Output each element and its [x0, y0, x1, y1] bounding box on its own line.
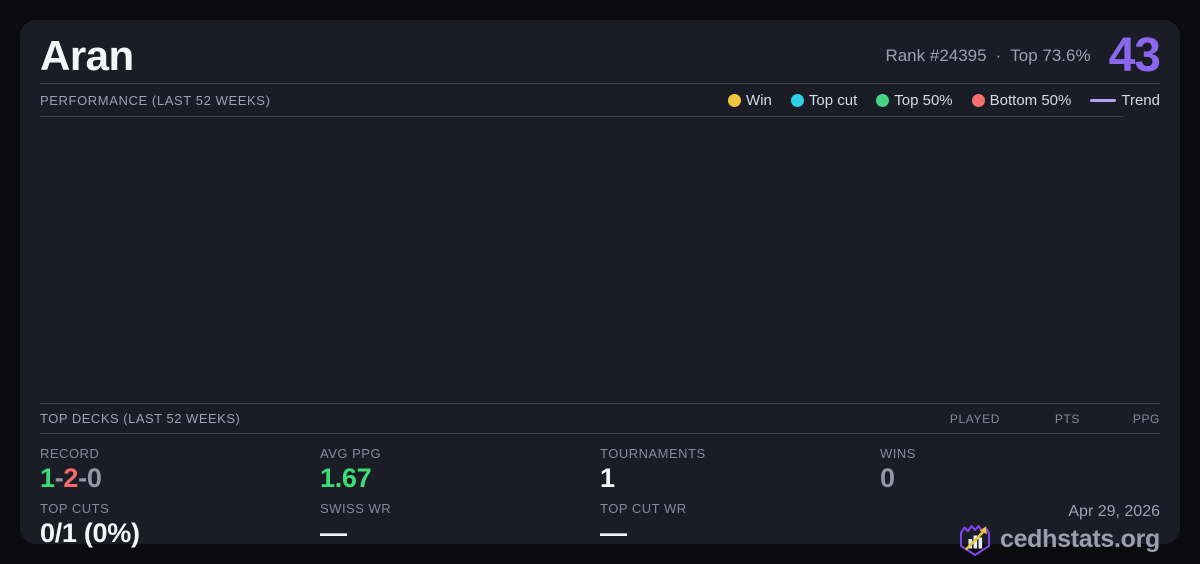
- stat-wins: WINS 0: [880, 439, 1160, 494]
- header-rank-group: Rank #24395 · Top 73.6% 43: [885, 28, 1161, 82]
- stat-value-top-cuts: 0/1 (0%): [40, 517, 140, 548]
- stat-label: SWISS WR: [320, 500, 392, 516]
- record-wins: 1: [40, 463, 55, 493]
- legend-item-topcut: Top cut: [790, 91, 858, 109]
- cedhstats-logo-icon: [959, 524, 990, 556]
- stat-tournaments: TOURNAMENTS 1: [600, 439, 880, 494]
- legend-label: Bottom 50%: [989, 91, 1072, 109]
- stats-grid: RECORD 1-2-0 AVG PPG 1.67 TOURNAMENTS 1 …: [40, 439, 1160, 558]
- stat-top-cut-wr: TOP CUT WR —: [600, 494, 880, 558]
- stat-top-cuts: TOP CUTS 0/1 (0%): [40, 494, 320, 558]
- stat-value-swiss-wr: —: [320, 517, 347, 548]
- legend-item-top50: Top 50%: [876, 91, 953, 109]
- record-draws: 0: [86, 463, 102, 493]
- record-losses: 2: [63, 463, 79, 493]
- stat-value-avg-ppg: 1.67: [320, 463, 372, 493]
- stat-value-top-cut-wr: —: [600, 517, 627, 548]
- stat-value-wins: 0: [880, 463, 895, 493]
- stat-value-tournaments: 1: [600, 463, 615, 493]
- card-header: Aran Rank #24395 · Top 73.6% 43: [40, 20, 1161, 84]
- legend-label: Trend: [1121, 91, 1160, 109]
- stat-label: AVG PPG: [320, 446, 382, 461]
- top50-dot-icon: [876, 93, 890, 107]
- performance-header-row: PERFORMANCE (LAST 52 WEEKS) Win Top cut …: [40, 84, 1160, 116]
- legend-label: Top 50%: [894, 91, 953, 109]
- stat-label: TOP CUT WR: [600, 500, 687, 516]
- legend-item-trend: Trend: [1090, 92, 1160, 109]
- trend-line-icon: [1090, 98, 1117, 102]
- stat-label: TOP CUTS: [40, 500, 110, 516]
- footer-cell: Apr 29, 2026 cedhstats.org: [880, 494, 1160, 558]
- record-separator: -: [78, 463, 87, 493]
- legend-item-win: Win: [728, 92, 772, 109]
- brand-link[interactable]: cedhstats.org: [958, 522, 1160, 558]
- percentile-value: Top 73.6%: [1010, 45, 1091, 65]
- performance-section-title: PERFORMANCE (LAST 52 WEEKS): [40, 92, 271, 108]
- chart-legend: Win Top cut Top 50% Bottom 50% Trend: [728, 92, 1160, 109]
- legend-label: Win: [746, 91, 772, 109]
- player-name: Aran: [40, 31, 134, 79]
- rank-line: Rank #24395 · Top 73.6%: [885, 46, 1090, 66]
- column-header-pts: PTS: [1054, 411, 1080, 426]
- player-score: 43: [1108, 28, 1161, 82]
- topcut-dot-icon: [790, 93, 804, 107]
- rank-separator-dot: ·: [995, 45, 1002, 65]
- page-background: Aran Rank #24395 · Top 73.6% 43 PERFORMA…: [0, 0, 1200, 564]
- rank-value: Rank #24395: [885, 45, 987, 65]
- generated-date: Apr 29, 2026: [1068, 502, 1160, 520]
- stat-record: RECORD 1-2-0: [40, 439, 320, 494]
- legend-label: Top cut: [808, 91, 858, 109]
- stat-avg-ppg: AVG PPG 1.67: [320, 439, 600, 494]
- player-stats-card: Aran Rank #24395 · Top 73.6% 43 PERFORMA…: [20, 20, 1180, 556]
- bottom50-dot-icon: [971, 93, 985, 107]
- stat-label: WINS: [880, 446, 916, 461]
- stat-label: TOURNAMENTS: [600, 446, 706, 461]
- legend-item-bottom50: Bottom 50%: [971, 91, 1072, 109]
- performance-chart-plot-area: [40, 117, 1160, 403]
- stat-label: RECORD: [40, 446, 100, 461]
- top-decks-column-headers: PLAYED PTS PPG: [920, 412, 1160, 426]
- top-decks-header-row: TOP DECKS (LAST 52 WEEKS) PLAYED PTS PPG: [40, 403, 1160, 434]
- stat-swiss-wr: SWISS WR —: [320, 494, 600, 558]
- stat-value-record: 1-2-0: [40, 463, 320, 494]
- top-decks-section-title: TOP DECKS (LAST 52 WEEKS): [40, 411, 241, 426]
- column-header-ppg: PPG: [1132, 411, 1160, 426]
- brand-name: cedhstats.org: [999, 525, 1160, 554]
- column-header-played: PLAYED: [949, 411, 1000, 426]
- win-dot-icon: [728, 93, 742, 107]
